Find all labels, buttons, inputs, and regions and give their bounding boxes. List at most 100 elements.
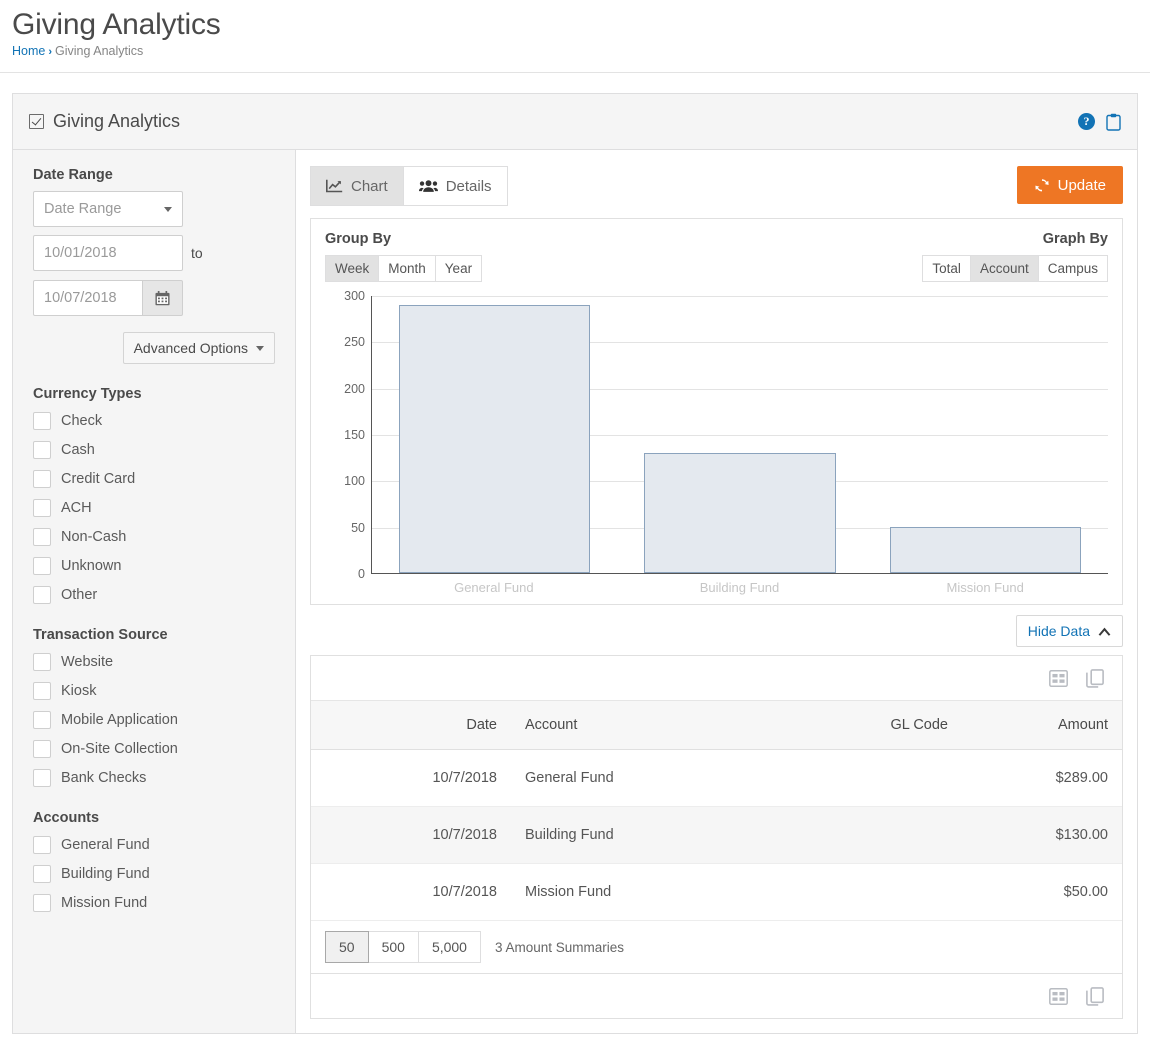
checkbox-label: General Fund	[61, 836, 150, 853]
bar-mission-fund[interactable]	[889, 526, 1081, 573]
checkbox-icon[interactable]	[33, 768, 51, 787]
cell-date: 10/7/2018	[311, 749, 511, 807]
checkbox-row-general-fund[interactable]: General Fund	[33, 834, 275, 855]
group-by-week[interactable]: Week	[325, 255, 380, 282]
date-range-select[interactable]: Date Range	[33, 191, 183, 227]
column-header-gl-code[interactable]: GL Code	[692, 700, 962, 750]
checkbox-row-cash[interactable]: Cash	[33, 439, 275, 460]
clipboard-icon[interactable]	[1106, 113, 1121, 131]
table-icon[interactable]	[1049, 987, 1068, 1005]
cell-amount: $289.00	[962, 749, 1122, 807]
checkbox-icon[interactable]	[33, 681, 51, 700]
graph-by-account[interactable]: Account	[970, 255, 1039, 282]
advanced-options-button[interactable]: Advanced Options	[122, 332, 275, 364]
help-circle-icon[interactable]: ?	[1078, 113, 1095, 130]
column-header-amount[interactable]: Amount	[962, 700, 1122, 750]
calendar-icon[interactable]	[143, 280, 183, 316]
checkbox-icon[interactable]	[33, 835, 51, 854]
checkbox-icon[interactable]	[33, 527, 51, 546]
checkbox-row-ach[interactable]: ACH	[33, 497, 275, 518]
date-range-select-value: Date Range	[44, 201, 122, 217]
graph-by-label: Graph By	[1042, 231, 1108, 247]
end-date-group: 10/07/2018	[33, 280, 183, 316]
table-row[interactable]: 10/7/2018 Mission Fund $50.00	[311, 863, 1122, 921]
giving-analytics-panel: Giving Analytics ? Date Range Date Range…	[12, 93, 1138, 1034]
x-axis-label: Mission Fund	[946, 580, 1024, 595]
table-row[interactable]: 10/7/2018 General Fund $289.00	[311, 749, 1122, 807]
checkbox-icon[interactable]	[33, 710, 51, 729]
chevron-down-icon	[256, 345, 264, 351]
chart-card: Group By Week Month Year Graph By Total …	[310, 218, 1123, 605]
checkbox-row-on-site-collection[interactable]: On-Site Collection	[33, 738, 275, 759]
chevron-up-icon	[1098, 627, 1111, 636]
checkbox-icon[interactable]	[33, 864, 51, 883]
checkbox-label: ACH	[61, 499, 92, 516]
checkbox-label: Building Fund	[61, 865, 150, 882]
checkbox-label: Non-Cash	[61, 528, 127, 545]
checkbox-label: Kiosk	[61, 682, 97, 699]
hide-data-button[interactable]: Hide Data	[1015, 615, 1123, 647]
tab-details[interactable]: Details	[403, 166, 508, 206]
end-date-input[interactable]: 10/07/2018	[33, 280, 143, 316]
checkbox-row-building-fund[interactable]: Building Fund	[33, 863, 275, 884]
currency-types-list: Check Cash Credit Card ACH Non-Cash Unkn…	[33, 410, 275, 605]
checkbox-row-website[interactable]: Website	[33, 651, 275, 672]
filters-sidebar: Date Range Date Range 10/01/2018 to 10/0…	[13, 150, 296, 1033]
graph-by-campus[interactable]: Campus	[1038, 255, 1108, 282]
date-range-label: Date Range	[33, 167, 113, 183]
group-by-month[interactable]: Month	[379, 255, 436, 282]
start-date-input[interactable]: 10/01/2018	[33, 235, 183, 271]
checkbox-row-mission-fund[interactable]: Mission Fund	[33, 892, 275, 913]
checkbox-icon[interactable]	[33, 585, 51, 604]
update-button[interactable]: Update	[1016, 166, 1123, 204]
checkbox-icon[interactable]	[33, 652, 51, 671]
summaries-table: Date Account GL Code Amount 10/7/2018 Ge…	[311, 700, 1122, 921]
checkbox-row-other[interactable]: Other	[33, 584, 275, 605]
page-size-500[interactable]: 500	[368, 931, 419, 963]
panel-heading-actions: ?	[1078, 113, 1121, 131]
checkbox-row-non-cash[interactable]: Non-Cash	[33, 526, 275, 547]
checkbox-row-credit-card[interactable]: Credit Card	[33, 468, 275, 489]
cell-gl-code	[692, 863, 962, 921]
table-row[interactable]: 10/7/2018 Building Fund $130.00	[311, 806, 1122, 864]
gridline	[372, 296, 1108, 297]
breadcrumb-home-link[interactable]: Home	[12, 44, 45, 58]
checkbox-row-check[interactable]: Check	[33, 410, 275, 431]
checkbox-icon[interactable]	[33, 739, 51, 758]
cell-account: Mission Fund	[511, 863, 692, 921]
tab-chart[interactable]: Chart	[310, 166, 404, 206]
table-icon[interactable]	[1049, 669, 1068, 687]
checkbox-label: Check	[61, 412, 103, 429]
graph-by-total[interactable]: Total	[922, 255, 971, 282]
users-icon	[418, 179, 438, 193]
checkbox-row-kiosk[interactable]: Kiosk	[33, 680, 275, 701]
panel-heading-left: Giving Analytics	[29, 111, 180, 132]
column-header-account[interactable]: Account	[511, 700, 692, 750]
content-area: Chart Details Update Group By Week Month…	[296, 150, 1137, 1033]
checkbox-icon[interactable]	[33, 440, 51, 459]
checkbox-row-bank-checks[interactable]: Bank Checks	[33, 767, 275, 788]
page-size-5000[interactable]: 5,000	[418, 931, 481, 963]
group-by-year[interactable]: Year	[435, 255, 483, 282]
checkbox-icon[interactable]	[33, 469, 51, 488]
breadcrumb-separator: ›	[48, 46, 53, 58]
copy-icon[interactable]	[1086, 986, 1104, 1006]
grid-actions-bottom	[311, 974, 1122, 1018]
checkbox-icon[interactable]	[33, 498, 51, 517]
cell-account: Building Fund	[511, 806, 692, 864]
accounts-label: Accounts	[33, 810, 100, 826]
checkbox-icon[interactable]	[33, 893, 51, 912]
bar-building-fund[interactable]	[644, 452, 836, 573]
checkbox-row-unknown[interactable]: Unknown	[33, 555, 275, 576]
copy-icon[interactable]	[1086, 668, 1104, 688]
checkbox-row-mobile-application[interactable]: Mobile Application	[33, 709, 275, 730]
grid-actions-top	[311, 656, 1122, 700]
bar-general-fund[interactable]	[398, 305, 591, 573]
checkbox-icon[interactable]	[33, 556, 51, 575]
column-header-date[interactable]: Date	[311, 700, 511, 750]
checkbox-icon[interactable]	[33, 411, 51, 430]
group-by-control: Group By Week Month Year	[325, 231, 483, 282]
checkbox-label: Other	[61, 586, 98, 603]
x-axis-label: General Fund	[454, 580, 534, 595]
page-size-50[interactable]: 50	[325, 931, 369, 963]
